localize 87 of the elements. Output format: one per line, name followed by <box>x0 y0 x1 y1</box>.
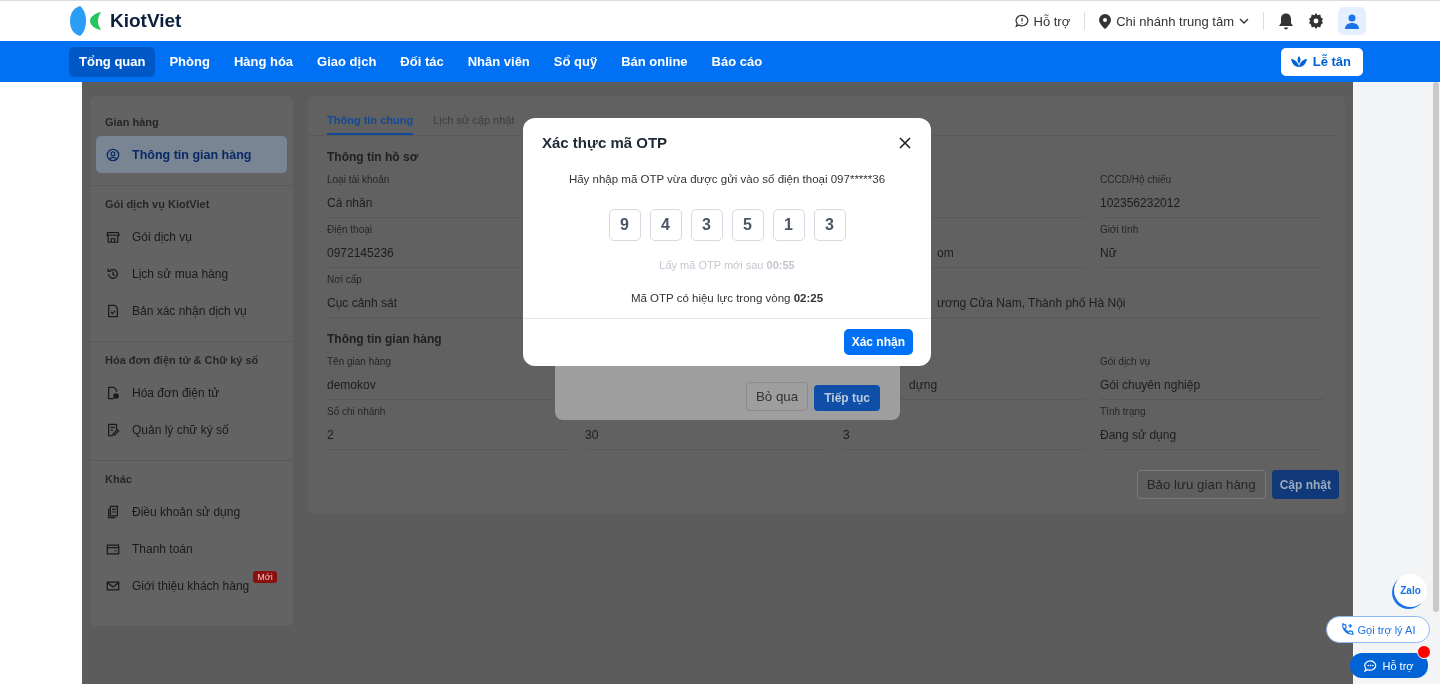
sidebar-section-title: Gói dịch vụ KiotViet <box>104 197 211 213</box>
new-badge: Mới <box>253 571 277 583</box>
suspend-store-button[interactable]: Bảo lưu gian hàng <box>1136 470 1266 499</box>
phone-sparkle-icon <box>1340 623 1354 636</box>
field-value: Cá nhân <box>327 196 374 210</box>
field-value: ương Cửa Nam, Thành phố Hà Nội <box>937 296 1127 310</box>
nav-tab[interactable]: Báo cáo <box>701 46 773 77</box>
otp-digit-field[interactable]: 4 <box>649 209 682 241</box>
field-value: 3 <box>843 428 851 442</box>
field-value: 30 <box>585 428 600 442</box>
sidebar-item[interactable]: Bản xác nhận dịch vụ <box>96 292 287 329</box>
sidebar-item[interactable]: Lịch sử mua hàng <box>96 255 287 292</box>
otp-digit-field[interactable]: 3 <box>690 209 723 241</box>
field-value: om <box>937 246 955 260</box>
field-value: Cục cảnh sát <box>327 296 399 310</box>
chat-alert-icon <box>1014 14 1029 28</box>
field-value: 0972145236 <box>327 246 395 260</box>
otp-digit-field[interactable]: 3 <box>813 209 846 241</box>
sidebar-item[interactable]: Quản lý chữ ký số <box>96 411 287 448</box>
mail-icon <box>106 578 120 593</box>
field-label: Điện thoại <box>327 224 373 236</box>
close-icon <box>899 136 911 149</box>
nav-tab[interactable]: Hàng hóa <box>223 46 304 77</box>
close-button[interactable] <box>897 134 913 151</box>
document-icon <box>106 504 120 519</box>
field-value: 2 <box>327 428 335 442</box>
field-value: Nữ <box>1100 246 1118 260</box>
otp-digit-field[interactable]: 1 <box>772 209 805 241</box>
store-icon <box>106 229 120 244</box>
bell-icon[interactable] <box>1278 12 1294 30</box>
update-button[interactable]: Cập nhật <box>1271 470 1339 499</box>
nav-tab[interactable]: Nhân viên <box>457 46 540 77</box>
sidebar-item[interactable]: Thanh toán <box>96 530 287 567</box>
field-value: 102356232012 <box>1100 196 1182 210</box>
user-circle-icon <box>106 147 120 162</box>
field-value: dựng <box>909 378 939 392</box>
user-icon <box>1345 13 1359 29</box>
validity-text: Mã OTP có hiệu lực trong vòng 02:25 <box>630 292 824 304</box>
field-value: Gói chuyên nghiệp <box>1100 378 1202 392</box>
otp-digit-field[interactable]: 9 <box>608 209 641 241</box>
sidebar-item[interactable]: Gói dịch vụ <box>96 218 287 255</box>
resend-countdown: Lấy mã OTP mới sau 00:55 <box>659 259 795 271</box>
sidebar-item[interactable]: Thông tin gian hàng <box>96 136 287 173</box>
continue-button[interactable]: Tiếp tục <box>814 385 880 411</box>
nav-tab[interactable]: Đối tác <box>390 46 454 77</box>
nav-tab[interactable]: Giao dịch <box>307 46 387 77</box>
field-value: Đang sử dụng <box>1100 428 1178 442</box>
wallet-icon <box>106 541 120 556</box>
support-link[interactable]: Hỗ trợ <box>1014 13 1071 29</box>
field-label: Giới tính <box>1100 224 1139 236</box>
sidebar-item[interactable]: Điều khoản sử dụng <box>96 493 287 530</box>
branch-selector[interactable]: Chi nhánh trung tâm <box>1099 13 1249 29</box>
nav-tab[interactable]: Phòng <box>159 46 220 77</box>
settings-icon[interactable] <box>1308 13 1324 29</box>
ai-assistant-button[interactable]: Gọi trợ lý AI <box>1326 616 1430 643</box>
history-icon <box>106 266 120 281</box>
lotus-icon <box>1290 55 1307 67</box>
otp-digit-field[interactable]: 5 <box>731 209 764 241</box>
nav-tab[interactable]: Bán online <box>611 46 698 77</box>
field-label: Tên gian hàng <box>327 356 391 368</box>
chat-icon <box>1364 659 1378 672</box>
location-pin-icon <box>1099 13 1112 29</box>
support-chat-button[interactable]: Hỗ trợ <box>1350 653 1428 678</box>
confirm-button[interactable]: Xác nhận <box>843 329 913 355</box>
field-label: CCCD/Hộ chiếu <box>1100 174 1172 186</box>
dialog-title: Xác thực mã OTP <box>542 134 668 151</box>
sidebar-item[interactable]: Hóa đơn điện tử <box>96 374 287 411</box>
avatar-button[interactable] <box>1338 7 1366 35</box>
sidebar-section-title: Khác <box>104 472 133 487</box>
skip-button[interactable]: Bỏ qua <box>745 382 809 411</box>
field-label: Nơi cấp <box>327 274 362 286</box>
signature-icon <box>106 422 120 437</box>
otp-instruction: Hãy nhập mã OTP vừa được gửi vào số điện thoại 097*****36 <box>568 173 886 185</box>
logo-icon <box>70 6 102 36</box>
sidebar-section-title: Gian hàng <box>104 115 160 130</box>
chevron-down-icon <box>1239 18 1249 24</box>
nav-tab[interactable]: Tổng quan <box>69 46 156 77</box>
logo-text: KiotViet <box>110 10 182 32</box>
invoice-icon <box>106 385 120 400</box>
reception-button[interactable]: Lễ tân <box>1280 47 1363 76</box>
nav-tab[interactable]: Sổ quỹ <box>543 46 608 77</box>
field-value: demokov <box>327 378 377 392</box>
document-check-icon <box>106 303 120 318</box>
sidebar-section-title: Hóa đơn điện tử & Chữ ký số <box>104 353 260 369</box>
section-title: Thông tin gian hàng <box>327 332 442 346</box>
sidebar-item[interactable]: Giới thiệu khách hàng Mới <box>96 567 287 604</box>
section-title: Thông tin hồ sơ <box>327 150 419 164</box>
